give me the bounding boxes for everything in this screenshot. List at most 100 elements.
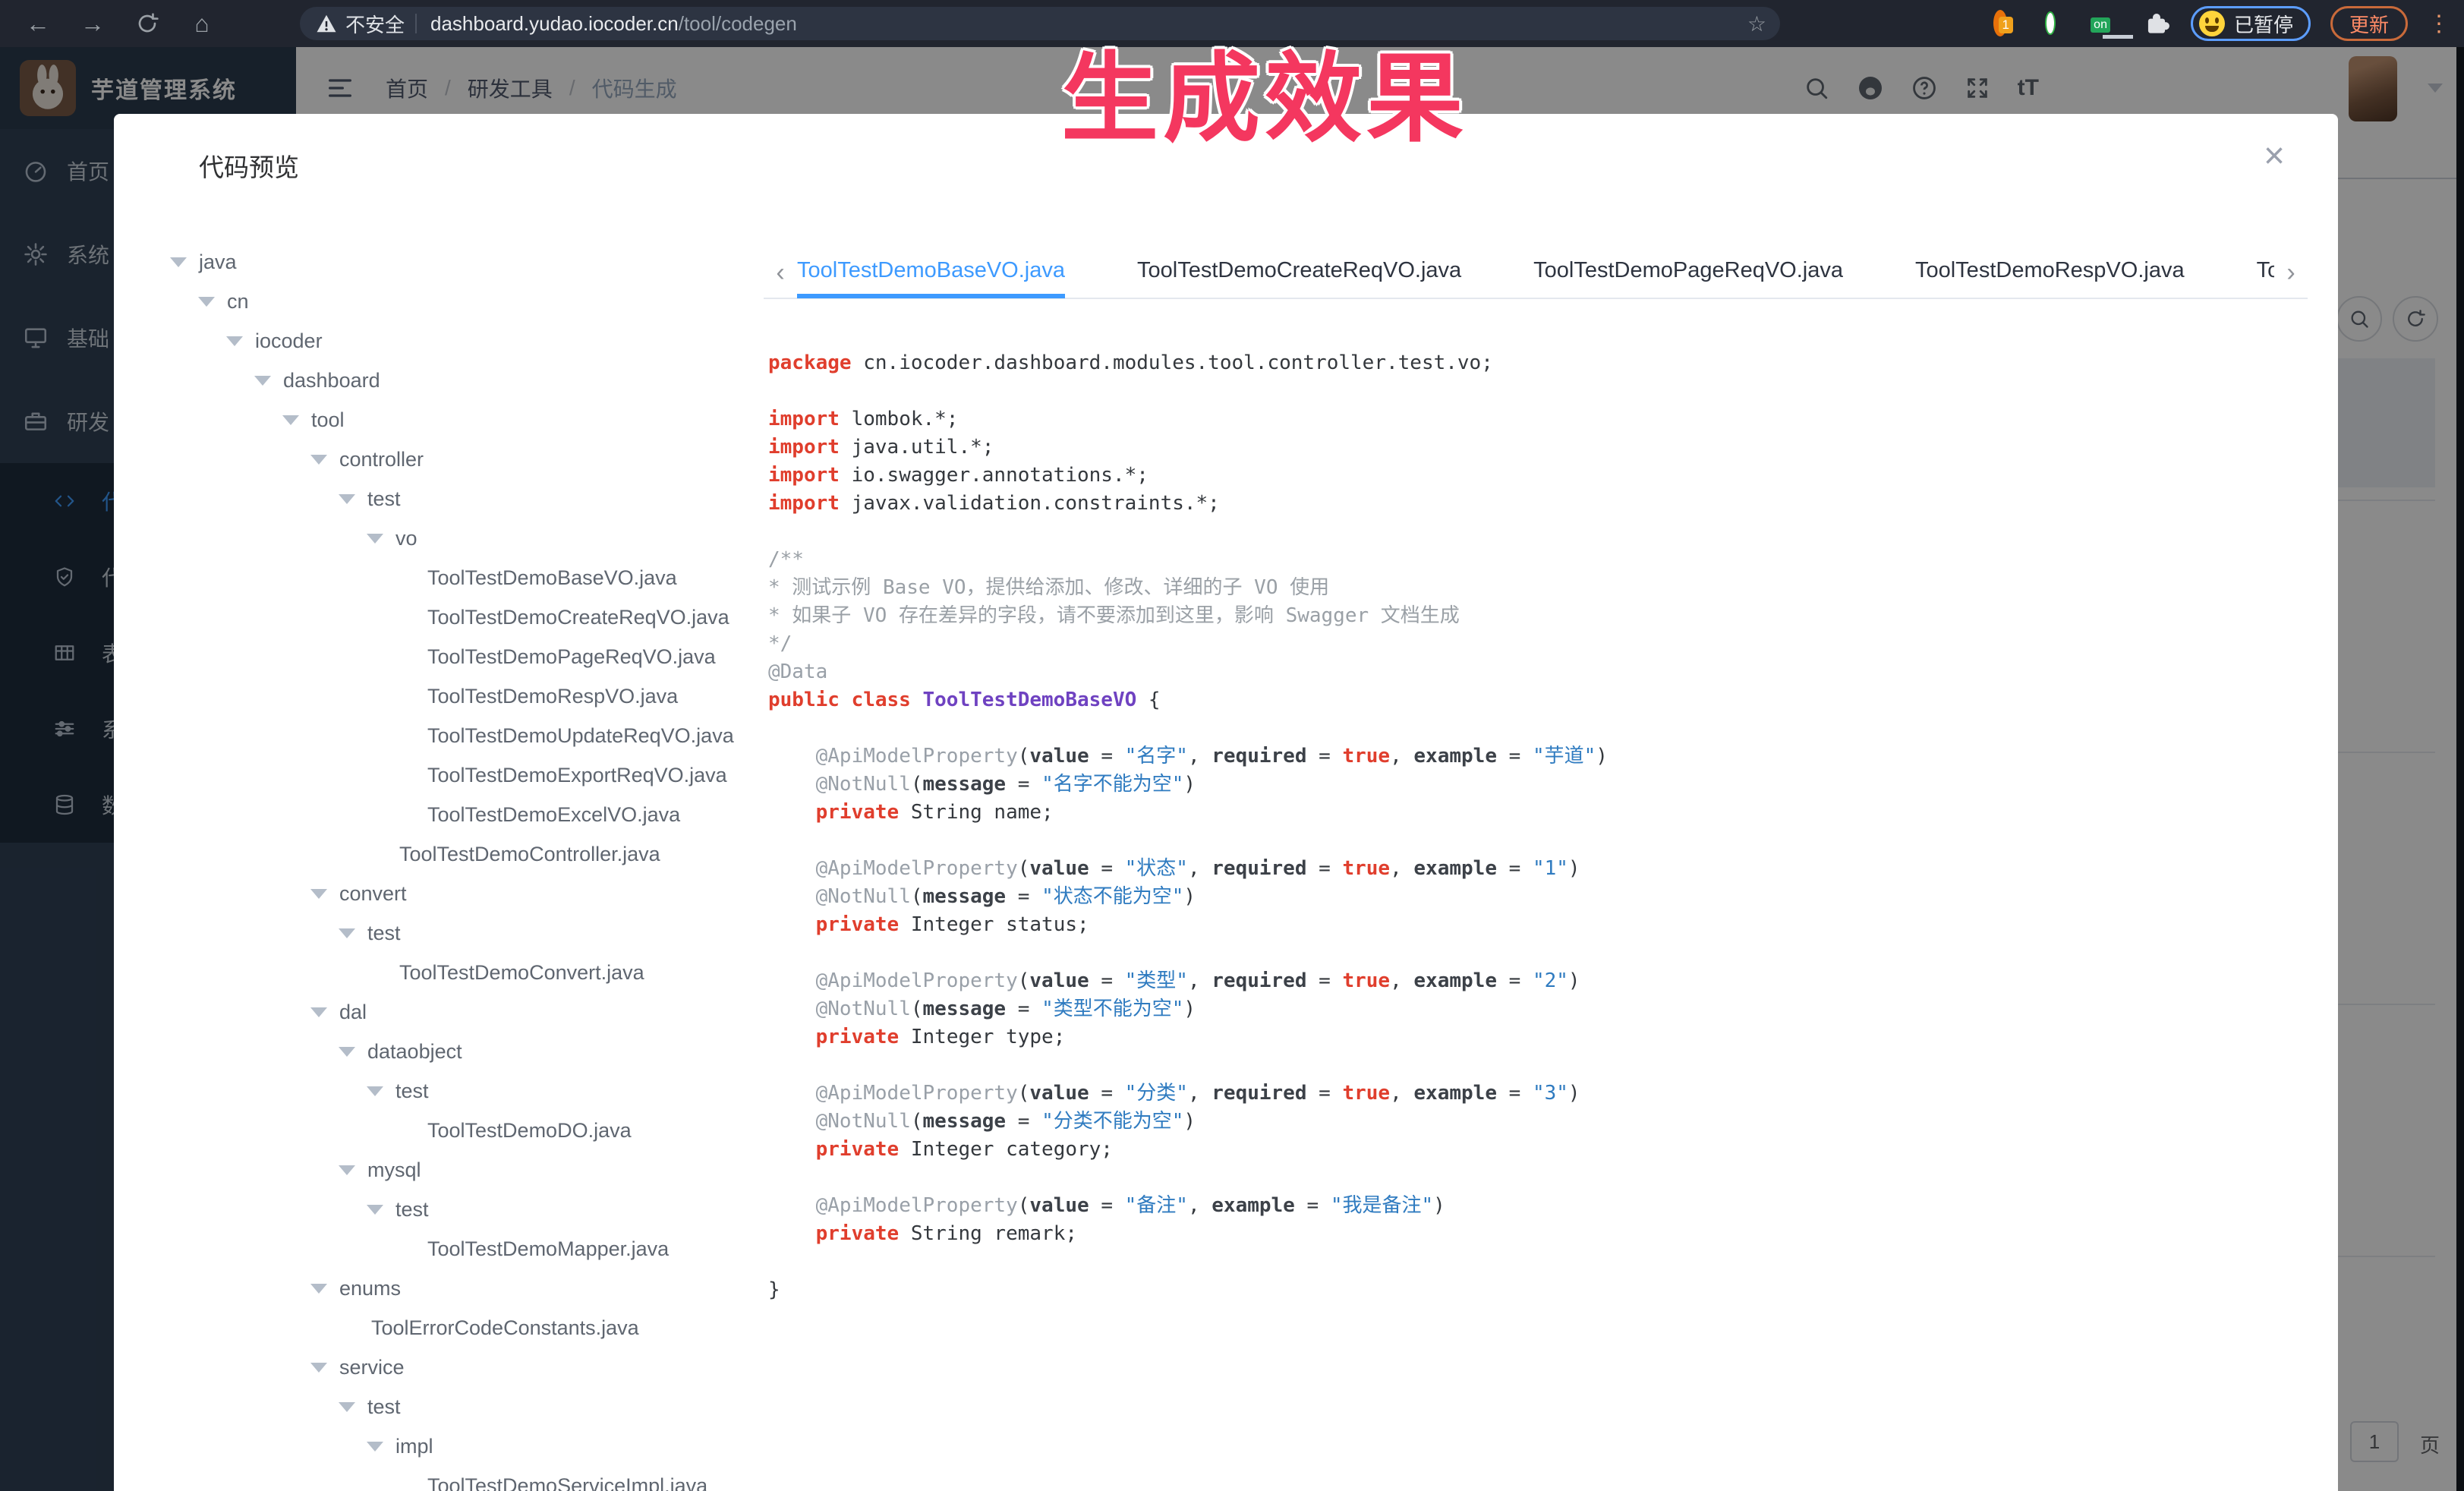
caret-down-icon[interactable] [367, 1442, 383, 1452]
tree-node[interactable]: test [156, 913, 764, 953]
home-icon[interactable]: ⌂ [185, 10, 219, 38]
tree-node-label: test [395, 1198, 429, 1221]
caret-down-icon[interactable] [170, 257, 187, 267]
tree-node[interactable]: test [156, 1387, 764, 1426]
close-icon[interactable]: × [2264, 135, 2285, 177]
caret-down-icon[interactable] [367, 1086, 383, 1096]
url-bar[interactable]: 不安全 dashboard.yudao.iocoder.cn/tool/code… [300, 7, 1780, 40]
tree-node[interactable]: ToolTestDemoDO.java [156, 1111, 764, 1150]
caret-down-icon[interactable] [282, 415, 299, 425]
tree-node-label: test [367, 922, 401, 945]
caret-down-icon[interactable] [310, 455, 327, 465]
tree-node[interactable]: ToolTestDemoPageReqVO.java [156, 637, 764, 676]
tree-node-label: ToolTestDemoExcelVO.java [427, 803, 680, 827]
caret-down-icon[interactable] [339, 1402, 355, 1412]
file-tab[interactable]: ToolTe [2257, 247, 2274, 298]
tree-node[interactable]: ToolTestDemoExcelVO.java [156, 795, 764, 834]
paused-label: 已暂停 [2234, 10, 2293, 38]
chevron-left-icon[interactable]: ‹ [764, 258, 797, 288]
tree-node-label: dal [339, 1001, 367, 1024]
file-tab[interactable]: ToolTestDemoBaseVO.java [797, 247, 1065, 298]
code-line: @ApiModelProperty(value = "状态", required… [768, 855, 2300, 883]
file-tab[interactable]: ToolTestDemoRespVO.java [1915, 247, 2185, 298]
tree-node[interactable]: convert [156, 874, 764, 913]
browser-update-button[interactable]: 更新 [2330, 6, 2408, 41]
ext-green-icon[interactable] [2047, 17, 2054, 30]
code-line: /** [768, 546, 2300, 574]
profile-paused-badge[interactable]: 已暂停 [2191, 6, 2311, 41]
caret-down-icon[interactable] [254, 376, 271, 386]
back-icon[interactable]: ← [21, 10, 55, 38]
code-line: @NotNull(message = "类型不能为空") [768, 995, 2300, 1023]
tree-node-label: ToolTestDemoExportReqVO.java [427, 764, 727, 787]
caret-down-icon[interactable] [226, 336, 243, 346]
caret-down-icon[interactable] [367, 534, 383, 544]
chevron-right-icon[interactable]: › [2274, 258, 2308, 288]
tree-node[interactable]: iocoder [156, 321, 764, 361]
tree-node[interactable]: ToolTestDemoUpdateReqVO.java [156, 716, 764, 755]
caret-down-icon[interactable] [310, 1284, 327, 1294]
tree-node[interactable]: ToolTestDemoController.java [156, 834, 764, 874]
tree-node[interactable]: tool [156, 400, 764, 440]
tree-node[interactable]: ToolTestDemoBaseVO.java [156, 558, 764, 597]
code-line [768, 1051, 2300, 1080]
tree-node[interactable]: java [156, 242, 764, 282]
tree-node[interactable]: test [156, 1190, 764, 1229]
tree-node[interactable]: dataobject [156, 1032, 764, 1071]
caret-down-icon[interactable] [339, 928, 355, 938]
tree-node[interactable]: vo [156, 519, 764, 558]
tree-node[interactable]: ToolTestDemoMapper.java [156, 1229, 764, 1269]
caret-down-icon[interactable] [339, 1165, 355, 1175]
tree-node[interactable]: test [156, 1071, 764, 1111]
code-line: @NotNull(message = "分类不能为空") [768, 1108, 2300, 1136]
tree-node[interactable]: cn [156, 282, 764, 321]
code-line: import javax.validation.constraints.*; [768, 490, 2300, 518]
tree-node[interactable]: service [156, 1348, 764, 1387]
ext-badge: 1 [1999, 17, 2013, 33]
tree-node[interactable]: mysql [156, 1150, 764, 1190]
tree-node-label: test [367, 1395, 401, 1419]
reload-icon[interactable] [131, 11, 164, 36]
tree-node[interactable]: controller [156, 440, 764, 479]
code-line [768, 518, 2300, 546]
caret-down-icon[interactable] [310, 1007, 327, 1017]
browser-menu-kebab-icon[interactable]: ⋮ [2428, 11, 2450, 37]
tree-node[interactable]: ToolTestDemoServiceImpl.java [156, 1466, 764, 1491]
tree-node-label: ToolTestDemoServiceImpl.java [427, 1474, 707, 1491]
caret-down-icon[interactable] [367, 1205, 383, 1215]
tree-node-label: dashboard [283, 369, 380, 392]
tree-node[interactable]: ToolTestDemoRespVO.java [156, 676, 764, 716]
tree-node[interactable]: ToolErrorCodeConstants.java [156, 1308, 764, 1348]
tree-node-label: test [395, 1080, 429, 1103]
tree-node[interactable]: dashboard [156, 361, 764, 400]
tree-node-label: controller [339, 448, 424, 471]
file-tab[interactable]: ToolTestDemoPageReqVO.java [1533, 247, 1843, 298]
caret-down-icon[interactable] [198, 297, 215, 307]
tree-node[interactable]: dal [156, 992, 764, 1032]
ext-diamond-icon[interactable] [2074, 17, 2083, 30]
bookmark-star-icon[interactable]: ☆ [1747, 11, 1766, 36]
ext-downloader-icon[interactable]: 1 [1993, 17, 2007, 30]
caret-down-icon[interactable] [339, 1047, 355, 1057]
tree-node[interactable]: ToolTestDemoCreateReqVO.java [156, 597, 764, 637]
caret-down-icon[interactable] [339, 494, 355, 504]
forward-icon[interactable]: → [76, 10, 109, 38]
tree-node[interactable]: impl [156, 1426, 764, 1466]
caret-down-icon[interactable] [310, 1363, 327, 1373]
code-line [768, 1248, 2300, 1276]
code-line: @Data [768, 658, 2300, 686]
url-text: dashboard.yudao.iocoder.cn/tool/codegen [430, 12, 797, 36]
tree-node[interactable]: enums [156, 1269, 764, 1308]
file-tab[interactable]: ToolTestDemoCreateReqVO.java [1137, 247, 1461, 298]
tree-node[interactable]: test [156, 479, 764, 519]
tree-node-label: service [339, 1356, 405, 1379]
tree-node[interactable]: ToolTestDemoConvert.java [156, 953, 764, 992]
screen: ← → ⌂ 不安全 dashboard.yudao.iocoder.cn/too… [0, 0, 2464, 1491]
code-line: private String name; [768, 799, 2300, 827]
caret-down-icon[interactable] [310, 889, 327, 899]
code-line [768, 827, 2300, 855]
extensions-puzzle-icon[interactable] [2142, 9, 2171, 38]
file-tabs-row: ‹ ToolTestDemoBaseVO.java ToolTestDemoCre… [764, 247, 2308, 299]
code-block[interactable]: package cn.iocoder.dashboard.modules.too… [768, 349, 2300, 1491]
tree-node[interactable]: ToolTestDemoExportReqVO.java [156, 755, 764, 795]
